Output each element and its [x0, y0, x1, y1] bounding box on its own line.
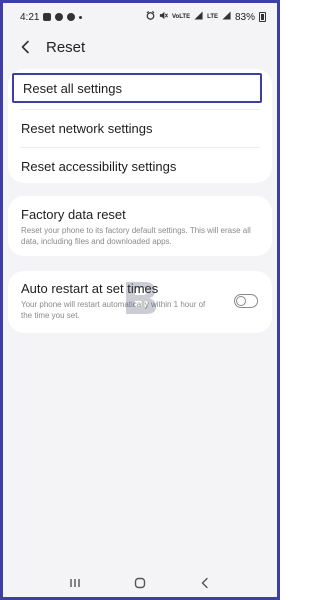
mute-icon	[159, 11, 168, 23]
reset-network-settings-item[interactable]: Reset network settings	[8, 113, 272, 143]
toggle-knob	[236, 295, 246, 306]
factory-data-reset-item[interactable]: Factory data reset Reset your phone to i…	[21, 207, 260, 247]
page-title: Reset	[46, 38, 86, 56]
lte-label: LTE	[207, 14, 218, 20]
gallery-icon	[43, 13, 52, 21]
volte-label: VoLTE	[171, 14, 191, 20]
auto-restart-item[interactable]: Auto restart at set times Your phone wil…	[21, 281, 216, 321]
battery-percent: 83%	[234, 11, 255, 23]
reset-accessibility-settings-item[interactable]: Reset accessibility settings	[8, 151, 272, 181]
divider	[20, 147, 260, 148]
auto-restart-label: Auto restart at set times	[21, 281, 159, 296]
signal-icon-2	[222, 11, 231, 23]
reset-options-card: Reset all settings Reset network setting…	[8, 69, 272, 183]
status-bar: 4:21 VoLTE LTE 83%	[6, 6, 274, 28]
screenshot-frame: 4:21 VoLTE LTE 83% Reset Reset all setti…	[0, 0, 280, 600]
reset-accessibility-settings-label: Reset accessibility settings	[21, 158, 177, 174]
reset-all-settings-label: Reset all settings	[23, 80, 122, 96]
battery-icon	[259, 12, 266, 22]
signal-icon	[194, 11, 203, 23]
factory-data-reset-description: Reset your phone to its factory default …	[21, 226, 251, 246]
navigation-bar	[6, 565, 274, 597]
status-time: 4:21	[20, 11, 40, 23]
app-bar: Reset	[6, 31, 274, 63]
messenger-icon	[67, 13, 76, 21]
auto-restart-description: Your phone will restart automatically wi…	[21, 300, 206, 320]
status-bar-left: 4:21	[20, 11, 83, 23]
notification-icon	[55, 13, 64, 21]
reset-all-settings-item[interactable]: Reset all settings	[12, 73, 262, 103]
reset-network-settings-label: Reset network settings	[21, 120, 153, 136]
auto-restart-toggle[interactable]	[234, 294, 258, 308]
factory-data-reset-card[interactable]: Factory data reset Reset your phone to i…	[8, 196, 272, 256]
home-icon[interactable]	[130, 573, 150, 593]
factory-data-reset-label: Factory data reset	[21, 207, 126, 222]
divider	[20, 109, 260, 110]
back-arrow-icon[interactable]	[20, 39, 36, 55]
more-notifications-icon	[79, 15, 83, 19]
watermark-logo	[124, 278, 158, 318]
status-bar-right: VoLTE LTE 83%	[146, 11, 266, 23]
alarm-icon	[146, 11, 155, 23]
back-nav-icon[interactable]	[195, 573, 215, 593]
recent-apps-icon[interactable]	[65, 573, 85, 593]
